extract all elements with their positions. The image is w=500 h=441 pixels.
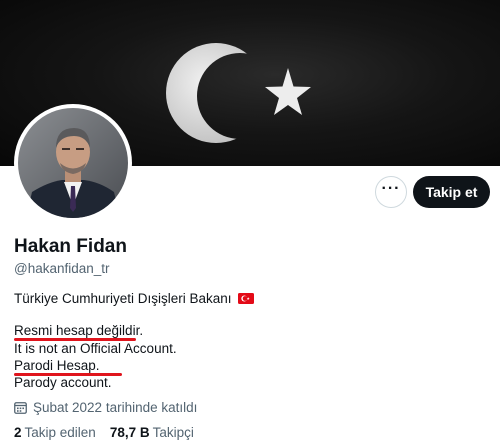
follow-button[interactable]: Takip et	[413, 176, 490, 208]
more-options-button[interactable]: ···	[375, 176, 407, 208]
turkey-flag-icon	[237, 293, 254, 304]
followers-count: 78,7 B	[109, 425, 150, 440]
followers-link[interactable]: 78,7 B Takipçi	[110, 425, 194, 440]
bio-text: Türkiye Cumhuriyeti Dışişleri Bakanı	[14, 291, 232, 306]
following-link[interactable]: 2 Takip edilen	[14, 425, 96, 440]
profile-name: Hakan Fidan	[14, 236, 127, 257]
profile-photo	[18, 108, 128, 218]
join-date: Şubat 2022 tarihinde katıldı	[14, 400, 197, 415]
note-parody-tr: Parodi Hesap.	[14, 358, 100, 373]
follow-stats: 2 Takip edilen 78,7 B Takipçi	[14, 425, 194, 440]
profile-handle: @hakanfidan_tr	[14, 261, 110, 276]
join-date-text: Şubat 2022 tarihinde katıldı	[33, 400, 198, 415]
more-icon: ···	[381, 180, 401, 197]
note-not-official-en: It is not an Official Account.	[14, 341, 177, 356]
following-label: Takip edilen	[24, 425, 96, 440]
profile-bio: Türkiye Cumhuriyeti Dışişleri Bakanı	[14, 291, 254, 306]
followers-label: Takipçi	[152, 425, 194, 440]
note-parody-en: Parody account.	[14, 375, 112, 390]
calendar-icon	[14, 402, 27, 414]
note-not-official-tr: Resmi hesap değildir.	[14, 323, 144, 338]
avatar[interactable]	[14, 104, 132, 222]
following-count: 2	[14, 425, 22, 440]
